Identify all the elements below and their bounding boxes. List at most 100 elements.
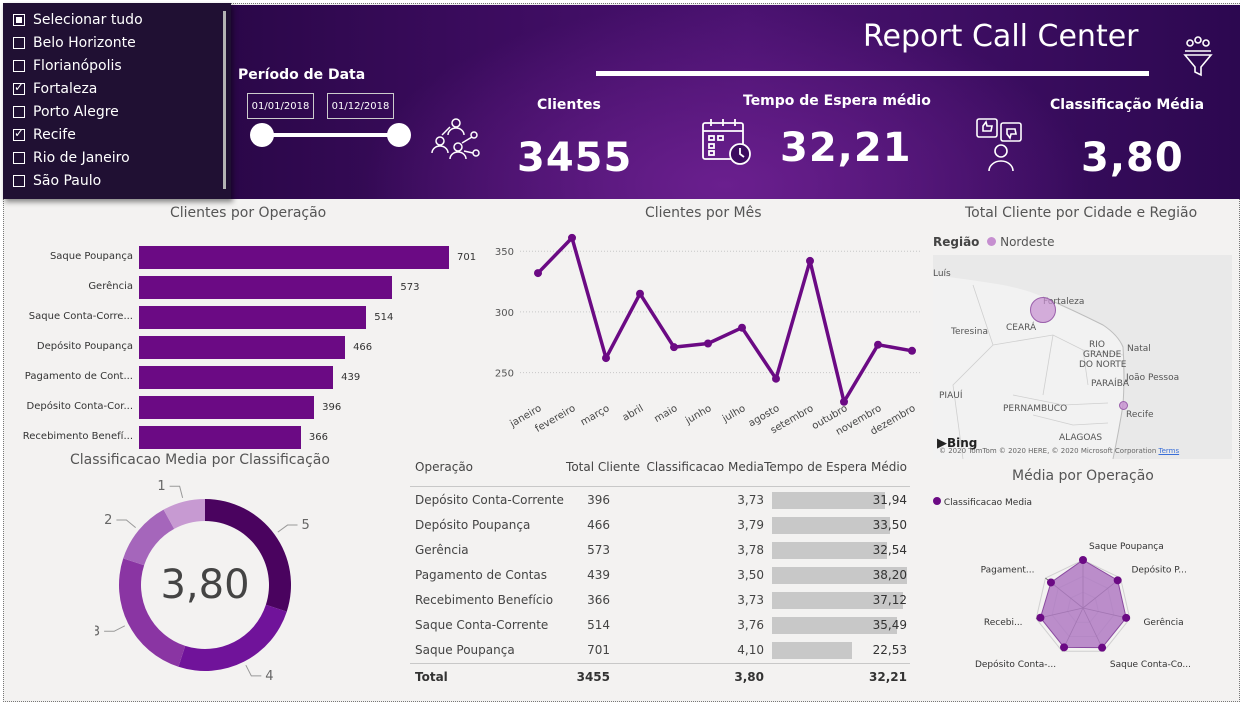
- slicer-scrollbar[interactable]: [223, 11, 226, 189]
- map-label-ceara: CEARÁ: [1006, 323, 1037, 333]
- bar[interactable]: [139, 396, 315, 419]
- slicer-item-florianopolis[interactable]: Florianópolis: [13, 55, 122, 77]
- map-visual[interactable]: Luís Fortaleza Teresina CEARÁ RIO GRANDE…: [933, 255, 1232, 459]
- x-tick-label: abril: [621, 403, 646, 424]
- bar-data-label: 396: [322, 402, 342, 413]
- bar[interactable]: [139, 306, 367, 329]
- radar-point[interactable]: [1060, 643, 1069, 652]
- bar-data-label: 701: [457, 252, 477, 263]
- map-legend-item: Nordeste: [1000, 235, 1055, 249]
- data-point[interactable]: [602, 354, 610, 363]
- table-cell-operacao: Saque Poupança: [415, 643, 515, 657]
- bar[interactable]: [139, 426, 301, 449]
- date-slider-end-handle[interactable]: [387, 123, 411, 147]
- table-cell-classificacao: 3,50: [737, 568, 764, 582]
- checkbox-icon[interactable]: [13, 175, 25, 187]
- table-cell-operacao: Saque Conta-Corrente: [415, 618, 549, 632]
- slicer-item-label: São Paulo: [33, 173, 102, 189]
- y-tick-label: 250: [495, 369, 514, 380]
- slicer-item-recife[interactable]: Recife: [13, 124, 76, 146]
- leader-line: [245, 664, 262, 677]
- data-point[interactable]: [534, 269, 542, 278]
- slicer-item-label: Fortaleza: [33, 81, 98, 97]
- table-cell-tempo: 33,50: [872, 518, 907, 532]
- data-point[interactable]: [568, 233, 576, 242]
- table-cell-total: 439: [587, 568, 610, 582]
- slicer-item-belo-horizonte[interactable]: Belo Horizonte: [13, 32, 136, 54]
- radar-point[interactable]: [1122, 613, 1131, 622]
- radar-area[interactable]: [1039, 559, 1127, 649]
- table-header-1[interactable]: Total Cliente: [540, 460, 640, 474]
- map-terms-link[interactable]: Terms: [1158, 447, 1179, 455]
- radar-point[interactable]: [1046, 578, 1055, 587]
- data-point[interactable]: [908, 346, 916, 355]
- table-cell-total: 701: [587, 643, 610, 657]
- slicer-item-fortaleza[interactable]: Fortaleza: [13, 78, 97, 100]
- y-tick-label: 350: [495, 247, 514, 258]
- people-network-icon: [431, 118, 480, 160]
- radar-point[interactable]: [1079, 556, 1087, 564]
- date-start-input[interactable]: 01/01/2018: [247, 93, 314, 119]
- slicer-item-sao-paulo[interactable]: São Paulo: [13, 170, 101, 192]
- y-tick-label: 300: [495, 308, 514, 319]
- map-label-pernambuco: PERNAMBUCO: [1003, 404, 1068, 414]
- map-legend-dot: [987, 237, 997, 246]
- slicer-item-selecionar-tudo[interactable]: Selecionar tudo: [13, 9, 143, 31]
- map-legend-title: Região: [933, 235, 980, 249]
- table-cell-tempo: 32,54: [872, 543, 907, 557]
- bar[interactable]: [139, 366, 334, 389]
- checkbox-icon[interactable]: [13, 14, 25, 26]
- radar-point[interactable]: [1113, 576, 1122, 585]
- table-total-tempo: 32,21: [869, 670, 907, 684]
- data-point[interactable]: [704, 339, 712, 348]
- checkbox-icon[interactable]: [13, 37, 25, 49]
- donut-slice-label: 3: [95, 624, 100, 639]
- table-cell-operacao: Pagamento de Contas: [415, 568, 548, 582]
- radar-axis-label: Depósito P...: [1131, 564, 1186, 575]
- radar-axis-label: Gerência: [1143, 617, 1183, 628]
- map-label-paraiba: PARAÍBA: [1091, 379, 1130, 389]
- map-label-do-norte: DO NORTE: [1079, 360, 1127, 370]
- date-slider-track[interactable]: [261, 133, 401, 137]
- radar-point[interactable]: [1036, 613, 1045, 622]
- table-header-3[interactable]: Tempo de Espera Médio: [752, 460, 907, 474]
- radar-axis-label: Saque Poupança: [1089, 542, 1164, 552]
- bar[interactable]: [139, 246, 449, 269]
- map-bubble-recife[interactable]: [1119, 401, 1128, 410]
- table-header-2[interactable]: Classificacao Media: [628, 460, 764, 474]
- bar[interactable]: [139, 276, 393, 299]
- radar-axis-label: Pagament...: [981, 565, 1035, 575]
- data-point[interactable]: [670, 343, 678, 352]
- table-cell-tempo: 38,20: [872, 568, 907, 582]
- donut-chart-title: Classificacao Media por Classificação: [70, 452, 330, 468]
- leader-line: [104, 625, 126, 632]
- bar[interactable]: [139, 336, 346, 359]
- table-header-operacao[interactable]: Operação: [415, 460, 473, 474]
- data-point[interactable]: [772, 374, 780, 383]
- radar-point[interactable]: [1098, 643, 1107, 652]
- series-line[interactable]: [536, 236, 913, 404]
- donut-slice[interactable]: [178, 604, 287, 671]
- checkbox-icon[interactable]: [13, 60, 25, 72]
- donut-slice-label: 1: [157, 479, 165, 494]
- donut-slice[interactable]: [123, 509, 175, 566]
- slicer-item-rio-de-janeiro[interactable]: Rio de Janeiro: [13, 147, 130, 169]
- map-bubble-fortaleza[interactable]: [1030, 297, 1056, 323]
- map-title: Total Cliente por Cidade e Região: [965, 205, 1198, 221]
- checkbox-checked-icon[interactable]: [13, 80, 25, 95]
- data-point[interactable]: [738, 323, 746, 332]
- table-cell-operacao: Gerência: [415, 543, 469, 557]
- slicer-item-porto-alegre[interactable]: Porto Alegre: [13, 101, 119, 123]
- bar-category-label: Saque Conta-Corre...: [28, 311, 133, 322]
- checkbox-icon[interactable]: [13, 152, 25, 164]
- data-point[interactable]: [874, 340, 882, 349]
- checkbox-checked-icon[interactable]: [13, 126, 25, 141]
- date-end-input[interactable]: 01/12/2018: [327, 93, 394, 119]
- filter-icon[interactable]: [1181, 35, 1215, 79]
- data-point[interactable]: [806, 256, 814, 265]
- line-chart: 250300350janeirofevereiro março abril maio j…: [495, 233, 920, 438]
- date-slider-start-handle[interactable]: [250, 123, 274, 147]
- checkbox-icon[interactable]: [13, 106, 25, 118]
- bar-category-label: Pagamento de Cont...: [24, 371, 133, 382]
- data-point[interactable]: [636, 289, 644, 298]
